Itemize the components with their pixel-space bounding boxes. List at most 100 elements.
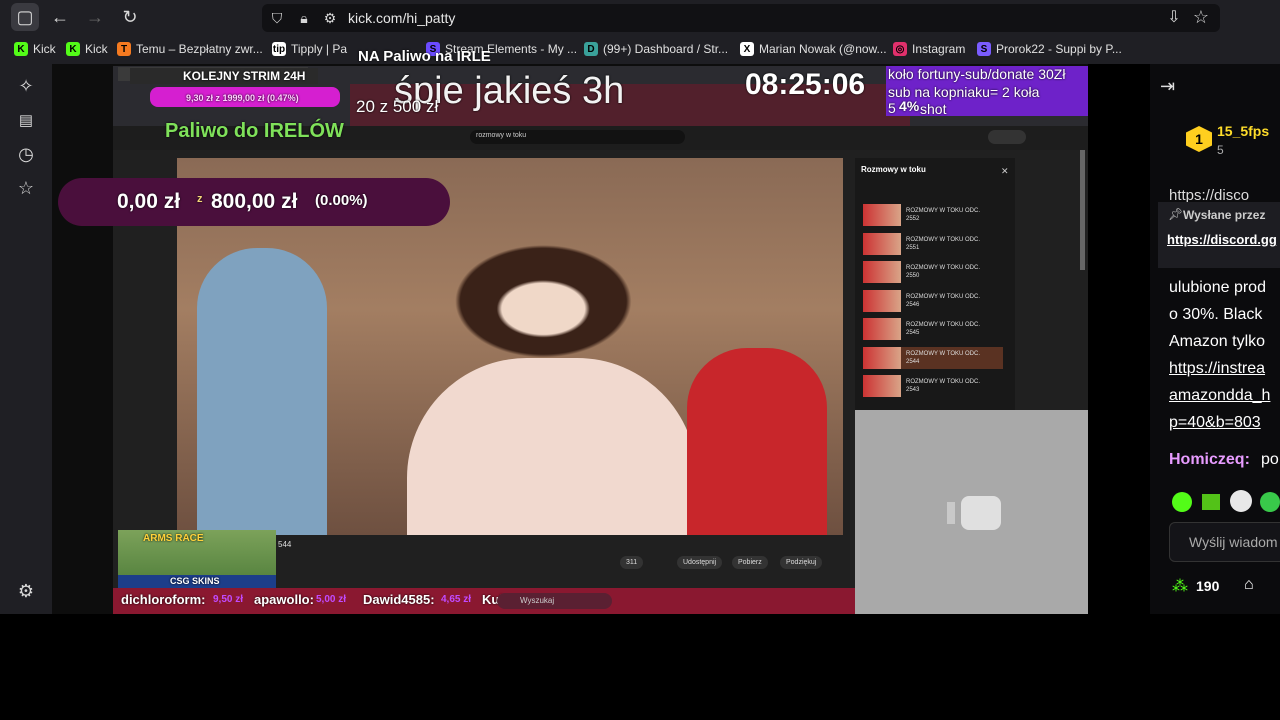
ai-sparkle-icon[interactable]: ✧	[12, 72, 40, 100]
chat-message-link[interactable]: https://instrea	[1169, 360, 1265, 378]
chat-message-link[interactable]: amazondda_h	[1169, 387, 1270, 405]
bookmark-item[interactable]: D (99+) Dashboard / Str...	[584, 42, 728, 56]
fuel-title: Paliwo do IRELÓW	[165, 120, 344, 142]
chat-panel: ⇥ 1 15_5fps 5 https://disco 📌︎ Wysłane p…	[1150, 64, 1280, 614]
kick-logo-icon	[947, 496, 1003, 530]
playlist-item-number: 2545	[906, 330, 920, 336]
playlist-item-number: 2552	[906, 216, 920, 222]
video-action-button: Udostępnij	[677, 556, 723, 569]
playlist-item-number: 2543	[906, 387, 920, 393]
playlist-thumbnail	[863, 204, 901, 226]
bookmark-item[interactable]: ◎ Instagram	[893, 42, 965, 56]
bookmark-label: Kick	[33, 42, 56, 56]
emote-icon[interactable]	[1230, 490, 1252, 512]
chat-input-placeholder: Wyślij wiadom	[1189, 534, 1278, 550]
bookmark-label: Temu – Bezpłatny zwr...	[136, 42, 263, 56]
sync-tabs-icon[interactable]: ▤	[12, 106, 40, 134]
host-sweater	[407, 358, 697, 535]
goal-target: 800,00 zł	[211, 190, 298, 213]
playlist-item-label: ROZMOWY W TOKU ODC. 2552	[906, 207, 980, 223]
video-action-button: Podziękuj	[780, 556, 823, 569]
audience-right	[687, 348, 827, 535]
url-text[interactable]: kick.com/hi_patty	[348, 10, 455, 26]
star-icon[interactable]: ☆	[1187, 3, 1215, 31]
bookmark-item[interactable]: X Marian Nowak (@now...	[740, 42, 887, 56]
playlist-item-label: ROZMOWY W TOKU ODC. 2543	[906, 378, 980, 394]
offline-player	[855, 410, 1088, 614]
points-icon: ⁂	[1172, 578, 1188, 595]
pinned-label: Wysłane przez	[1183, 208, 1266, 222]
playlist-thumbnail	[863, 318, 901, 340]
reload-icon[interactable]: ↻	[116, 3, 144, 31]
collapse-chat-icon[interactable]: ⇥	[1160, 76, 1175, 97]
goal-title: NA Paliwo na IRLE	[358, 48, 491, 65]
wheel-shot: shot	[920, 101, 947, 117]
bookmark-label: Kick	[85, 42, 108, 56]
forward-icon[interactable]: →	[81, 3, 109, 31]
history-icon[interactable]: ◷	[12, 140, 40, 168]
install-icon[interactable]: ⇩	[1160, 3, 1188, 31]
youtube-search-text: rozmowy w toku	[476, 132, 527, 139]
store-icon[interactable]: ⌂	[1244, 576, 1254, 594]
emote-icon[interactable]	[1172, 492, 1192, 512]
browser-sidebar: ✧ ▤ ◷ ☆ ⚙	[0, 64, 52, 614]
sidebar-toggle-icon[interactable]: ▢	[11, 3, 39, 31]
ticker-donation-amount: 4,65 zł	[441, 594, 472, 605]
shield-icon[interactable]: ⛉	[263, 4, 291, 32]
bookmark-item[interactable]: tip Tipply | Pa	[272, 42, 347, 56]
playlist-item-prefix: ROZMOWY W TOKU ODC.	[906, 322, 981, 328]
ticker-donor-name: dichloroform:	[121, 592, 206, 607]
emote-icon[interactable]	[1202, 494, 1220, 510]
bookmark-favicon-icon: T	[117, 42, 131, 56]
bookmark-item[interactable]: K Kick	[14, 42, 56, 56]
playlist-thumbnail	[863, 261, 901, 283]
pinned-link[interactable]: https://discord.gg	[1167, 232, 1277, 247]
chat-user2[interactable]: Homiczeq:	[1169, 451, 1250, 469]
top-left-label: KOLEJNY STRIM 24H	[183, 69, 306, 83]
playlist-item-number: 2546	[906, 301, 920, 308]
playlist-item-number: 2551	[906, 244, 920, 251]
bookmark-label: (99+) Dashboard / Str...	[603, 42, 729, 56]
scrollbar	[1080, 150, 1085, 270]
playlist-item-label: ROZMOWY W TOKU ODC. 2546	[906, 293, 980, 309]
playlist-item-prefix: ROZMOWY W TOKU ODC.	[906, 379, 981, 385]
settings-gear-icon[interactable]: ⚙	[12, 577, 40, 605]
playlist-item-label: ROZMOWY W TOKU ODC. 2550	[906, 264, 980, 280]
bookmark-item[interactable]: K Kick	[66, 42, 108, 56]
lock-icon[interactable]: 🔒︎	[290, 4, 318, 32]
back-icon[interactable]: ←	[46, 3, 74, 31]
wheel-percent: 4%	[899, 98, 920, 114]
bookmark-favicon-icon: K	[14, 42, 28, 56]
bookmarks-star-icon[interactable]: ☆	[12, 174, 40, 202]
windows-search	[497, 593, 612, 609]
bookmark-item[interactable]: T Temu – Bezpłatny zwr...	[117, 42, 263, 56]
playlist-item: ROZMOWY W TOKU ODC. 2544	[863, 346, 1003, 369]
bookmark-favicon-icon: D	[584, 42, 598, 56]
playlist-item-prefix: ROZMOWY W TOKU ODC.	[906, 208, 981, 214]
playlist-title: Rozmowy w toku	[861, 165, 926, 174]
playlist-item-label: ROZMOWY W TOKU ODC. 2551	[906, 236, 980, 252]
arms-race-label: ARMS RACE	[143, 533, 204, 544]
playlist-item-prefix: ROZMOWY W TOKU ODC.	[906, 265, 981, 271]
playlist-item: ROZMOWY W TOKU ODC. 2545	[863, 318, 1003, 340]
close-icon: ✕	[1001, 166, 1009, 176]
bookmark-label: Prorok22 - Suppi by P...	[996, 42, 1122, 56]
bookmark-favicon-icon: ◎	[893, 42, 907, 56]
count-544: 544	[278, 540, 292, 549]
playlist-thumbnail	[863, 232, 901, 255]
wheel-text-1: koło fortuny-sub/donate 30Zł	[888, 66, 1066, 82]
goal-percent: (0.00%)	[315, 192, 368, 209]
emote-icon[interactable]	[1260, 492, 1280, 512]
chat-user-name[interactable]: 15_5fps	[1217, 123, 1269, 139]
playlist-thumbnail	[863, 375, 901, 397]
chat-message-line: ulubione prod	[1169, 279, 1266, 296]
bookmark-item[interactable]: S Prorok22 - Suppi by P...	[977, 42, 1122, 56]
chat-user2-msg: po	[1261, 451, 1279, 468]
chat-message-link[interactable]: p=40&b=803	[1169, 414, 1261, 432]
goal-small: 20 z 500 zł	[356, 97, 439, 116]
playlist-thumbnail	[863, 346, 901, 369]
playlist-item-label: ROZMOWY W TOKU ODC. 2545	[906, 321, 980, 337]
ticker-donation-amount: 9,50 zł	[213, 594, 244, 605]
permissions-icon[interactable]: ⚙	[316, 4, 344, 32]
goal-current: 0,00 zł	[117, 190, 181, 213]
